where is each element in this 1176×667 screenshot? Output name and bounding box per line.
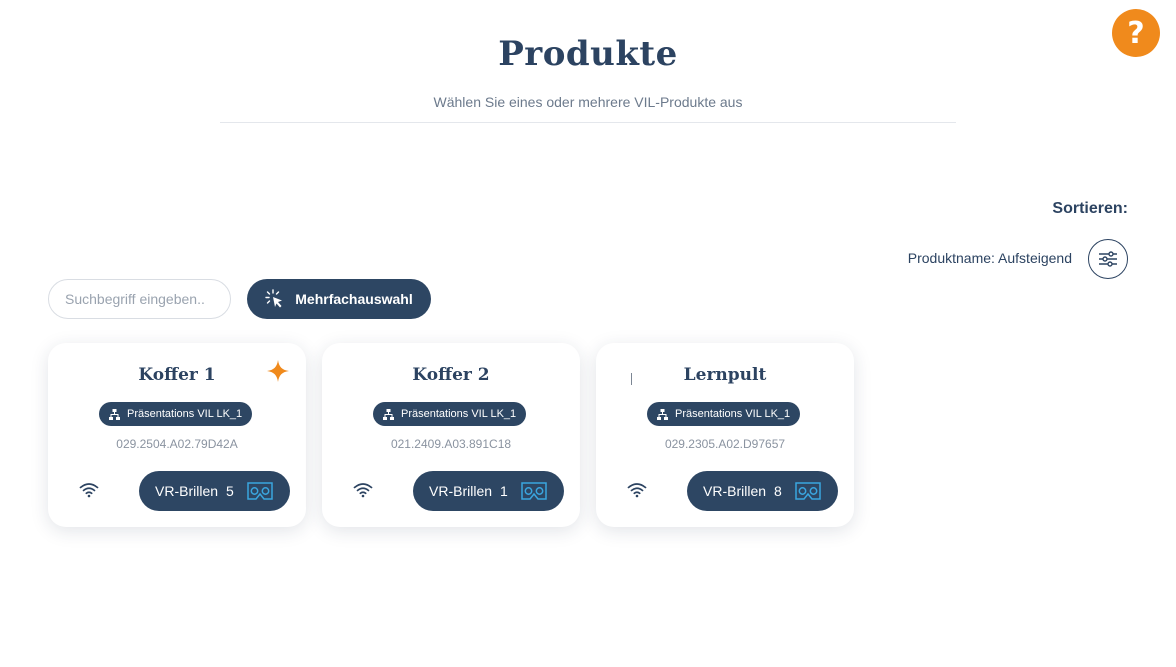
multi-select-button[interactable]: Mehrfachauswahl [247,279,431,319]
wifi-icon [79,483,99,498]
serial-number: 021.2409.A03.891C18 [390,437,512,451]
product-card[interactable]: Koffer 2 Präsentations VIL LK_1 021.2409… [322,343,580,527]
vr-headset-icon [247,482,273,500]
help-button[interactable]: ? [1112,9,1160,57]
serial-number: 029.2305.A02.D97657 [664,437,786,451]
wifi-icon [627,483,647,498]
group-label: Präsentations VIL LK_1 [127,408,243,420]
sort-settings-button[interactable] [1088,239,1128,279]
group-badge: Präsentations VIL LK_1 [647,402,801,426]
group-badge: Präsentations VIL LK_1 [373,402,527,426]
vr-glasses-button[interactable]: VR-Brillen 8 [687,471,838,511]
product-name: Koffer 2 [412,365,490,385]
sliders-icon [1099,251,1117,267]
group-label: Präsentations VIL LK_1 [401,408,517,420]
network-icon [383,408,394,420]
vr-headset-icon [521,482,547,500]
page-header: Produkte Wählen Sie eines oder mehrere V… [220,32,956,123]
vr-label: VR-Brillen [155,483,219,499]
group-badge: Präsentations VIL LK_1 [99,402,253,426]
sparkle-star-icon [267,360,289,382]
search-input[interactable] [48,279,231,319]
vr-glasses-button[interactable]: VR-Brillen 1 [413,471,564,511]
multi-select-label: Mehrfachauswahl [295,291,413,307]
sort-label: Sortieren: [1052,200,1128,217]
header-divider [220,122,956,123]
cursor-click-icon [265,289,283,308]
vr-label: VR-Brillen [429,483,493,499]
vr-label: VR-Brillen [703,483,767,499]
network-icon [657,408,668,420]
product-card[interactable]: Lernpult Präsentations VIL LK_1 029.2305… [596,343,854,527]
serial-number: 029.2504.A02.79D42A [116,437,238,451]
product-card[interactable]: Koffer 1 Präsentations VIL LK_1 029.2504… [48,343,306,527]
network-icon [109,408,120,420]
vr-headset-icon [795,482,821,500]
wifi-icon [353,483,373,498]
page-title: Produkte [498,34,678,74]
vr-count: 5 [226,483,234,499]
vr-count: 1 [500,483,508,499]
group-label: Präsentations VIL LK_1 [675,408,791,420]
vr-glasses-button[interactable]: VR-Brillen 5 [139,471,290,511]
sort-value[interactable]: Produktname: Aufsteigend [908,250,1072,266]
vr-count: 8 [774,483,782,499]
page-subtitle: Wählen Sie eines oder mehrere VIL-Produk… [433,94,743,110]
product-name: Lernpult [683,365,767,385]
